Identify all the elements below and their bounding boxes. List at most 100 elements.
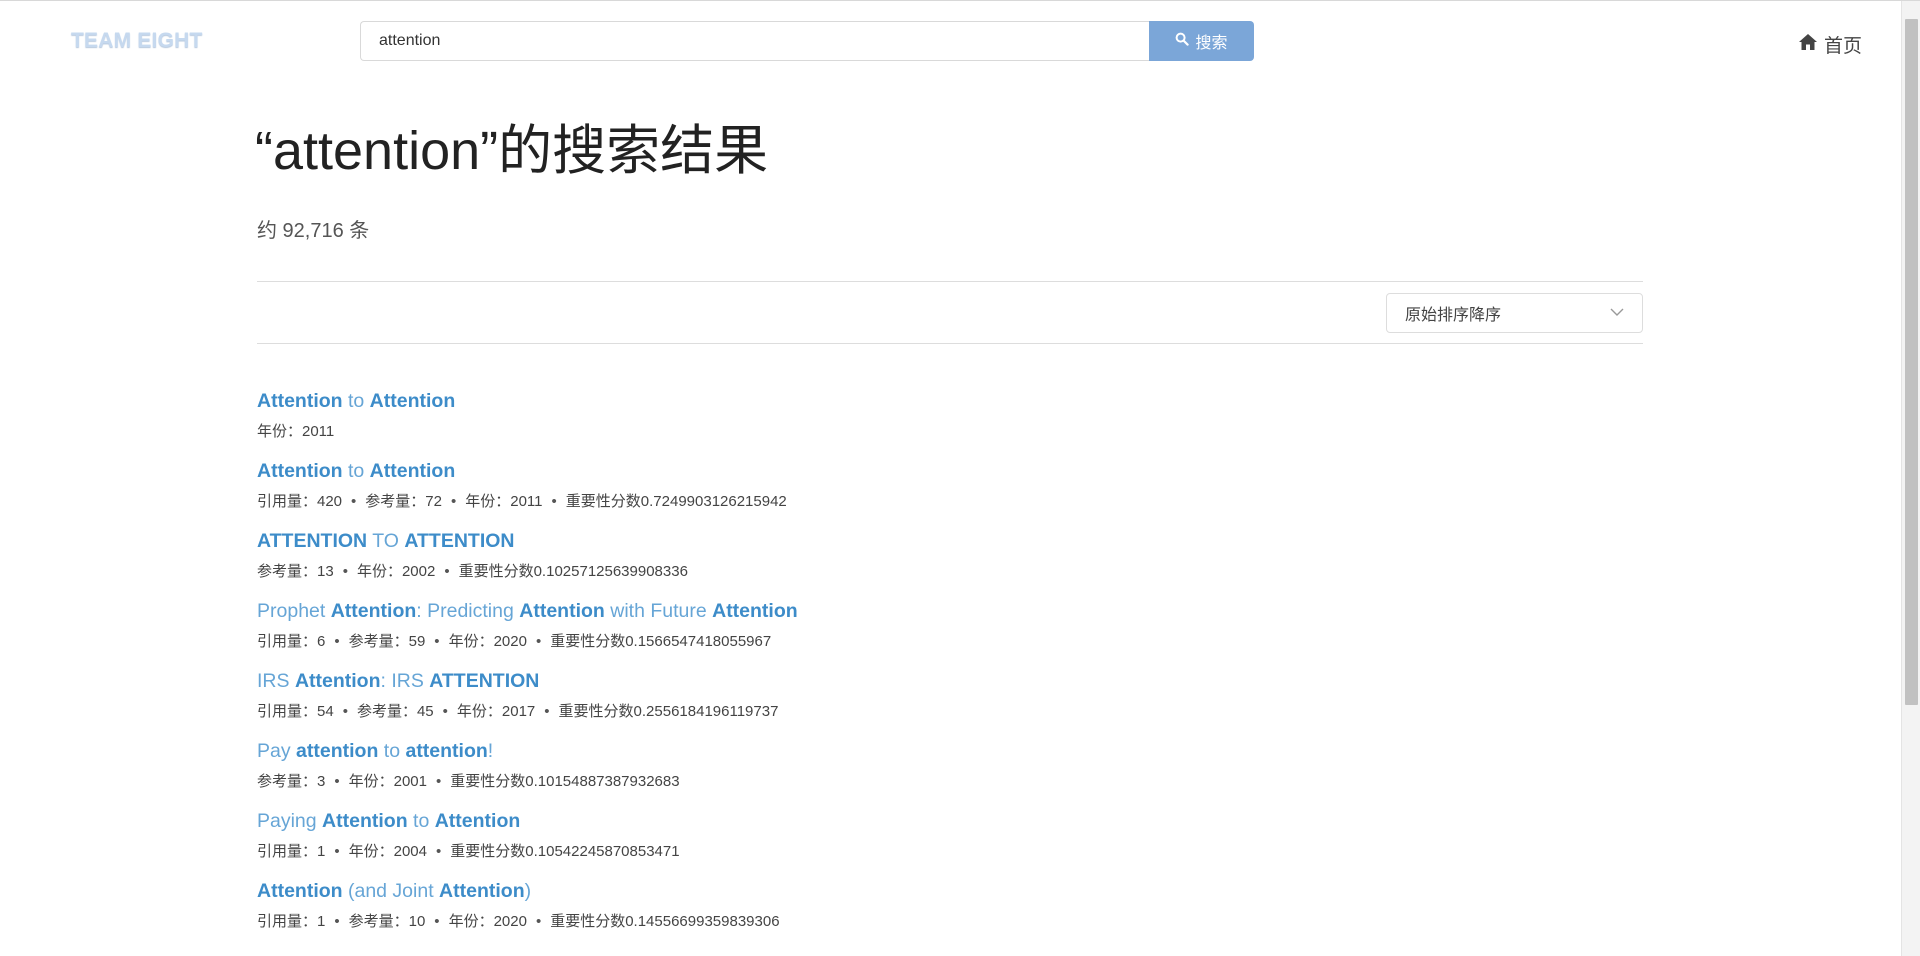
- result-item: ATTENTION TO ATTENTION 参考量：13 • 年份：2002 • 重要性…: [257, 527, 1557, 597]
- meta-field: 年份：2001: [348, 773, 427, 790]
- result-item: Attention (and Joint Attention) 引用量：1 • 参考量…: [257, 877, 1557, 947]
- highlight-term: Attention: [434, 810, 521, 832]
- meta-field: 引用量：1: [257, 913, 326, 930]
- meta-field: 年份：2011: [257, 423, 335, 440]
- title-query: attention: [272, 121, 481, 181]
- highlight-term: Attention: [712, 600, 798, 622]
- meta-field: 重要性分数0.14556699359839306: [550, 913, 780, 930]
- result-title-link[interactable]: Attention to Attention: [257, 387, 1557, 415]
- meta-field: 年份：2020: [448, 633, 527, 650]
- result-item: Attention to Attention 引用量：420 • 参考量：72 • 年份：…: [257, 457, 1557, 527]
- meta-field: 重要性分数0.1566547418055967: [550, 633, 772, 650]
- result-meta: 年份：2011: [257, 422, 1557, 442]
- result-title-link[interactable]: Attention to Attention: [257, 457, 1557, 485]
- meta-separator: •: [434, 913, 440, 930]
- meta-separator: •: [450, 493, 457, 510]
- meta-separator: •: [434, 633, 440, 650]
- results-list: Attention to Attention 年份：2011 Attention t…: [257, 387, 1557, 947]
- result-meta: 引用量：54 • 参考量：45 • 年份：2017 • 重要性分数0.25561841961…: [257, 702, 1557, 722]
- meta-field: 年份：2004: [348, 843, 427, 860]
- scrollbar-thumb[interactable]: [1905, 19, 1918, 705]
- result-title-link[interactable]: IRS Attention: IRS ATTENTION: [257, 667, 1557, 695]
- divider-top: [257, 281, 1643, 282]
- brand-logo[interactable]: TEAM EIGHT: [71, 29, 203, 53]
- result-meta: 参考量：3 • 年份：2001 • 重要性分数0.10154887387932683: [257, 772, 1557, 792]
- meta-field: 引用量：54: [257, 703, 334, 720]
- meta-separator: •: [342, 563, 348, 580]
- meta-field: 重要性分数0.2556184196119737: [558, 703, 779, 720]
- meta-field: 年份：2011: [465, 493, 543, 510]
- home-icon: [1798, 33, 1818, 57]
- divider-bottom: [257, 343, 1643, 344]
- highlight-term: attention: [296, 740, 379, 762]
- meta-field: 引用量：6: [257, 633, 326, 650]
- meta-separator: •: [334, 633, 340, 650]
- meta-separator: •: [435, 773, 442, 790]
- title-text: TO: [367, 530, 405, 552]
- search-input[interactable]: [360, 21, 1149, 61]
- result-meta: 引用量：420 • 参考量：72 • 年份：2011 • 重要性分数0.7249903126…: [257, 492, 1557, 512]
- meta-separator: •: [551, 493, 557, 510]
- result-item: Pay attention to attention! 参考量：3 • 年份：2001…: [257, 737, 1557, 807]
- result-title-link[interactable]: Pay attention to attention!: [257, 737, 1557, 765]
- title-text: Pay: [257, 740, 297, 762]
- highlight-term: Attention: [369, 460, 456, 482]
- meta-field: 重要性分数0.10542245870853471: [450, 843, 680, 860]
- result-title-link[interactable]: Prophet Attention: Predicting Attention …: [257, 597, 1557, 625]
- meta-field: 参考量：59: [348, 633, 426, 650]
- result-title-link[interactable]: Attention (and Joint Attention): [257, 877, 1557, 905]
- title-text: to: [342, 460, 370, 482]
- highlight-term: Attention: [369, 390, 456, 412]
- meta-separator: •: [351, 493, 357, 510]
- highlight-term: Attention: [257, 460, 343, 482]
- meta-separator: •: [544, 703, 550, 720]
- meta-field: 引用量：420: [257, 493, 343, 510]
- result-title-link[interactable]: ATTENTION TO ATTENTION: [257, 527, 1557, 555]
- meta-separator: •: [442, 703, 448, 720]
- highlight-term: ATTENTION: [404, 530, 515, 552]
- title-text: : Predicting: [416, 600, 520, 622]
- highlight-term: attention: [405, 740, 488, 762]
- meta-field: 参考量：45: [356, 703, 434, 720]
- title-text: to: [342, 390, 370, 412]
- meta-separator: •: [435, 843, 442, 860]
- title-text: to: [407, 810, 435, 832]
- meta-field: 重要性分数0.7249903126215942: [565, 493, 787, 510]
- highlight-term: ATTENTION: [257, 530, 368, 552]
- search-icon: [1175, 32, 1190, 51]
- highlight-term: ATTENTION: [429, 670, 540, 692]
- title-text: ): [524, 880, 532, 902]
- meta-field: 参考量：13: [257, 563, 334, 580]
- meta-separator: •: [342, 703, 348, 720]
- result-item: IRS Attention: IRS ATTENTION 引用量：54 • 参考量：4…: [257, 667, 1557, 737]
- page-title: “attention”的搜索结果: [255, 121, 769, 181]
- home-link[interactable]: 首页: [1798, 31, 1862, 58]
- meta-field: 重要性分数0.10154887387932683: [450, 773, 680, 790]
- title-text: !: [487, 740, 494, 762]
- result-title-link[interactable]: Paying Attention to Attention: [257, 807, 1557, 835]
- search-button[interactable]: 搜索: [1149, 21, 1254, 61]
- meta-field: 参考量：3: [257, 773, 326, 790]
- highlight-term: Attention: [257, 880, 343, 902]
- meta-field: 参考量：72: [365, 493, 442, 510]
- sort-select-value: 原始排序降序: [1405, 307, 1502, 324]
- meta-field: 年份：2020: [448, 913, 527, 930]
- meta-field: 参考量：10: [348, 913, 426, 930]
- meta-separator: •: [535, 633, 542, 650]
- sort-select[interactable]: 原始排序降序: [1386, 293, 1643, 333]
- result-meta: 引用量：1 • 参考量：10 • 年份：2020 • 重要性分数0.145566993598…: [257, 912, 1557, 932]
- page-scrollbar[interactable]: [1901, 1, 1920, 956]
- title-text: (and Joint: [342, 880, 440, 902]
- title-text: Paying: [257, 810, 323, 832]
- home-link-label: 首页: [1824, 36, 1863, 57]
- highlight-term: Attention: [322, 810, 408, 832]
- meta-separator: •: [334, 773, 340, 790]
- result-item: Prophet Attention: Predicting Attention …: [257, 597, 1557, 667]
- highlight-term: Attention: [330, 600, 417, 622]
- result-meta: 引用量：1 • 年份：2004 • 重要性分数0.10542245870853471: [257, 842, 1557, 862]
- meta-separator: •: [444, 563, 450, 580]
- title-suffix: 的搜索结果: [498, 121, 769, 181]
- highlight-term: Attention: [439, 880, 525, 902]
- title-text: : IRS: [380, 670, 430, 692]
- title-text: Prophet: [257, 600, 331, 622]
